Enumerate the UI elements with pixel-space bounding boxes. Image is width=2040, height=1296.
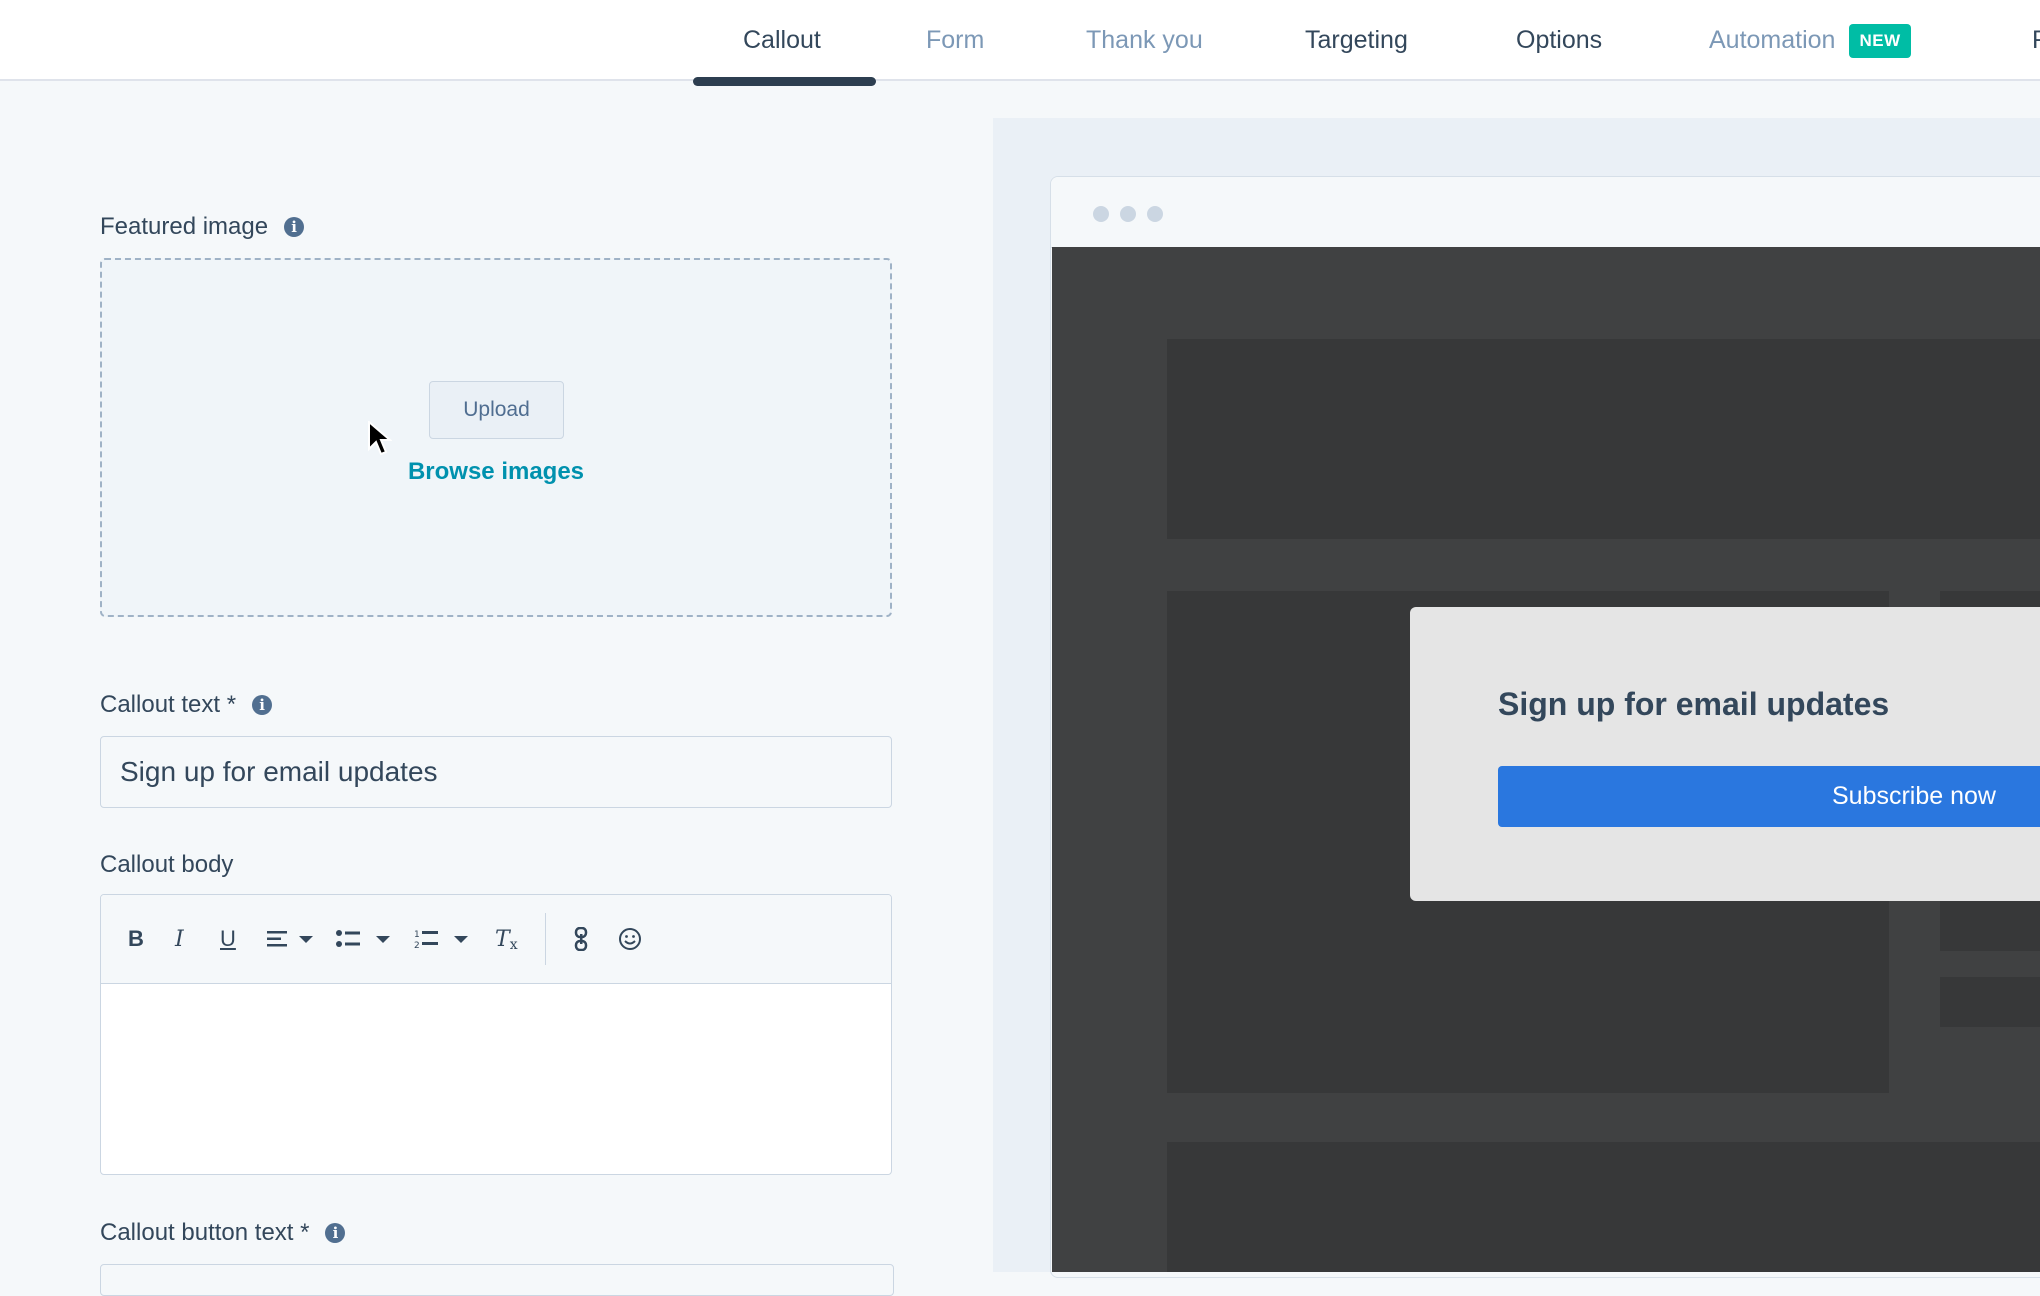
placeholder-block — [1940, 977, 2040, 1027]
featured-image-label-text: Featured image — [100, 213, 269, 240]
window-dot-icon — [1147, 206, 1163, 222]
callout-text-label-text: Callout text * — [100, 691, 237, 718]
tab-callout[interactable]: Callout — [743, 0, 821, 81]
tab-thank-you[interactable]: Thank you — [1086, 0, 1203, 81]
info-icon[interactable]: i — [284, 217, 305, 237]
popup-title: Sign up for email updates — [1498, 686, 1890, 722]
placeholder-block — [1940, 901, 2040, 951]
link-icon[interactable] — [573, 921, 589, 957]
tab-automation-label: Automation — [1709, 26, 1836, 54]
callout-popup-preview: Sign up for email updates Subscribe now — [1410, 607, 2040, 901]
svg-text:2: 2 — [414, 941, 420, 950]
bullet-list-icon[interactable] — [336, 921, 390, 957]
numbered-list-icon[interactable]: 12 — [414, 921, 468, 957]
featured-image-label: Featured image i — [100, 213, 305, 241]
callout-body-label-text: Callout body — [100, 851, 234, 878]
callout-body-textarea[interactable] — [101, 984, 891, 1174]
top-tab-bar: Callout Form Thank you Targeting Options… — [0, 0, 2040, 86]
placeholder-block — [1167, 339, 2040, 539]
callout-button-text-label-text: Callout button text * — [100, 1219, 310, 1246]
svg-text:1: 1 — [414, 930, 420, 940]
editor-toolbar: B I U 12 Tx — [101, 895, 891, 984]
clear-format-icon[interactable]: Tx — [495, 921, 518, 957]
info-icon[interactable]: i — [325, 1223, 346, 1243]
callout-button-text-label: Callout button text * i — [100, 1219, 346, 1247]
underline-icon[interactable]: U — [220, 921, 236, 957]
mouse-cursor-icon — [368, 421, 392, 456]
chevron-down-icon — [299, 935, 313, 943]
tab-overflow[interactable]: F — [2032, 0, 2040, 81]
window-dot-icon — [1120, 206, 1136, 222]
tab-options[interactable]: Options — [1516, 0, 1602, 81]
info-icon[interactable]: i — [252, 695, 273, 715]
chevron-down-icon — [454, 935, 468, 943]
emoji-icon[interactable] — [618, 921, 642, 957]
italic-icon[interactable]: I — [175, 921, 184, 957]
browse-images-link[interactable]: Browse images — [300, 458, 692, 486]
window-dot-icon — [1093, 206, 1109, 222]
callout-text-label: Callout text * i — [100, 691, 273, 719]
callout-text-input[interactable]: Sign up for email updates — [100, 736, 892, 808]
tab-targeting[interactable]: Targeting — [1305, 0, 1408, 81]
new-badge: NEW — [1849, 23, 1911, 58]
placeholder-block — [1167, 1142, 2040, 1272]
bold-icon[interactable]: B — [128, 921, 144, 957]
align-icon[interactable] — [267, 921, 313, 957]
subscribe-button[interactable]: Subscribe now — [1498, 766, 2040, 827]
browser-bar — [1051, 177, 2040, 248]
tab-form[interactable]: Form — [926, 0, 984, 81]
callout-body-label: Callout body — [100, 851, 233, 879]
callout-body-editor: B I U 12 Tx — [100, 894, 892, 1175]
callout-button-text-input[interactable] — [100, 1264, 894, 1296]
toolbar-divider — [545, 913, 546, 965]
tab-automation[interactable]: Automation NEW — [1709, 0, 1911, 81]
upload-button[interactable]: Upload — [429, 381, 564, 439]
chevron-down-icon — [376, 935, 390, 943]
active-tab-indicator — [693, 77, 876, 86]
